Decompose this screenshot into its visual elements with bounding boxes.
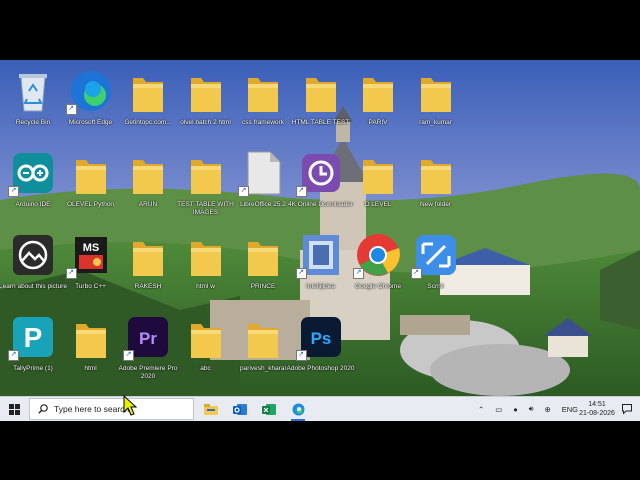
- desktop-icon-label: Adobe Photoshop 2020: [286, 365, 355, 372]
- taskbar-search-box[interactable]: Type here to search: [29, 398, 194, 420]
- desktop-icon-olevel-python[interactable]: OLEVEL Python: [60, 146, 122, 228]
- desktop-icon-rakesh[interactable]: RAKESH: [117, 228, 179, 310]
- svg-text:MS: MS: [82, 242, 99, 254]
- desktop-icon-html-w[interactable]: html w: [175, 228, 237, 310]
- desktop: Recycle Bin ↗ Microsoft Edge Getintopc.com.…: [0, 60, 640, 420]
- taskbar-excel[interactable]: [258, 397, 280, 421]
- desktop-icon-parivesh-kharal[interactable]: parivesh_kharal: [232, 310, 294, 392]
- desktop-icon-microsoft-edge[interactable]: ↗ Microsoft Edge: [60, 64, 122, 146]
- chevron-up-icon[interactable]: ⌃: [478, 405, 484, 414]
- shortcut-arrow-icon: ↗: [410, 268, 422, 279]
- meet-now-icon[interactable]: ▭: [495, 405, 502, 414]
- desktop-icon-getintopc-com[interactable]: Getintopc.com...: [117, 64, 179, 146]
- desktop-icon-test-table-with-images[interactable]: TEST TABLE WITH IMAGES: [175, 146, 237, 228]
- recycle-bin-icon: [10, 68, 56, 114]
- learn-icon: [10, 232, 56, 278]
- shortcut-arrow-icon: ↗: [65, 268, 77, 279]
- desktop-icon-html-table-test[interactable]: HTML TABLE TEST: [290, 64, 352, 146]
- shortcut-arrow-icon: ↗: [123, 350, 134, 361]
- folder-icon: [183, 232, 229, 278]
- svg-text:Pr: Pr: [139, 329, 157, 348]
- shortcut-arrow-icon: ↗: [295, 350, 307, 361]
- desktop-icon-label: New folder: [419, 201, 452, 208]
- folder-icon: [355, 150, 401, 196]
- shortcut-arrow-icon: ↗: [8, 350, 19, 361]
- notification-icon: [622, 404, 632, 414]
- folder-icon: [298, 68, 344, 114]
- desktop-icon-olvel-batch-2-html[interactable]: olvel batch 2 html: [175, 64, 237, 146]
- folder-icon: [183, 150, 229, 196]
- shortcut-arrow-icon: ↗: [8, 186, 19, 197]
- shortcut-arrow-icon: ↗: [295, 268, 307, 279]
- desktop-icon-learn-about-this-picture[interactable]: Learn about this picture: [0, 228, 67, 310]
- desktop-icon-prince[interactable]: PRINCE: [232, 228, 294, 310]
- shortcut-arrow-icon: ↗: [353, 268, 364, 279]
- desktop-icon-turbo-c[interactable]: MS ↗ Turbo C++: [60, 228, 122, 310]
- desktop-icon-scrnli[interactable]: ↗ Scrnli: [405, 228, 467, 310]
- desktop-icon-intellijidea[interactable]: ↗ Intellijidea: [290, 228, 352, 310]
- file-explorer-icon: [204, 403, 218, 415]
- language-indicator[interactable]: ENG: [562, 405, 578, 414]
- desktop-icon-4k-online-downloader[interactable]: ↗ 4K Online Downloader: [288, 146, 353, 228]
- folder-icon: [125, 150, 171, 196]
- desktop-icon-tallyprime-1[interactable]: P ↗ TallyPrime (1): [2, 310, 64, 392]
- outlook-icon: [233, 403, 247, 415]
- desktop-icon-label: Scrnli: [427, 283, 444, 290]
- folder-icon: [240, 314, 286, 360]
- desktop-icon-google-chrome[interactable]: ↗ Google Chrome: [347, 228, 409, 310]
- desktop-icon-arduino-ide[interactable]: ↗ Arduino IDE: [2, 146, 64, 228]
- clock-time: 14:51: [588, 401, 606, 408]
- notification-center-button[interactable]: [616, 397, 638, 421]
- desktop-icon-recycle-bin[interactable]: Recycle Bin: [2, 64, 64, 146]
- taskbar-file-explorer[interactable]: [200, 397, 222, 421]
- taskbar-outlook[interactable]: [229, 397, 251, 421]
- shortcut-arrow-icon: ↗: [295, 186, 307, 197]
- desktop-icon-css-framework[interactable]: css framework: [232, 64, 294, 146]
- folder-icon: [183, 68, 229, 114]
- network-icon[interactable]: ⊕: [544, 405, 550, 414]
- search-icon: [38, 404, 48, 414]
- desktop-icon-abc[interactable]: abc: [175, 310, 237, 392]
- svg-text:Ps: Ps: [310, 329, 331, 348]
- folder-icon: [68, 150, 114, 196]
- folder-icon: [355, 68, 401, 114]
- folder-icon: [413, 68, 459, 114]
- desktop-icon-label: ram_kumar: [419, 119, 452, 126]
- excel-icon: [262, 403, 276, 415]
- edge-taskbar-icon: [292, 403, 304, 415]
- shortcut-arrow-icon: ↗: [65, 104, 77, 115]
- taskbar: Type here to search ⌃ ▭ ● 🔊︎ ⊕ ENG 14:51…: [0, 395, 640, 421]
- clock-date: 21-08-2026: [579, 410, 615, 417]
- desktop-icon-new-folder[interactable]: New folder: [405, 146, 467, 228]
- clock[interactable]: 14:51 21-08-2026: [578, 397, 616, 421]
- active-app-indicator: [291, 419, 305, 421]
- folder-icon: [240, 232, 286, 278]
- windows-logo-icon: [8, 403, 20, 415]
- folder-icon: [125, 232, 171, 278]
- shortcut-arrow-icon: ↗: [238, 186, 249, 197]
- folder-icon: [183, 314, 229, 360]
- volume-icon[interactable]: 🔊︎: [529, 404, 534, 414]
- desktop-icon-adobe-premiere-pro-2020[interactable]: Pr ↗ Adobe Premiere Pro 2020: [117, 310, 179, 392]
- folder-icon: [413, 150, 459, 196]
- taskbar-edge[interactable]: [287, 397, 309, 421]
- folder-icon: [68, 314, 114, 360]
- folder-icon: [125, 68, 171, 114]
- svg-text:P: P: [24, 322, 43, 353]
- desktop-icon-ram-kumar[interactable]: ram_kumar: [405, 64, 467, 146]
- desktop-icon-libreoffice-25-2[interactable]: ↗ LibreOffice 25.2: [232, 146, 294, 228]
- system-tray: ⌃ ▭ ● 🔊︎ ⊕ ENG: [478, 397, 578, 421]
- desktop-icon-o-level[interactable]: O LEVEL: [347, 146, 409, 228]
- start-button[interactable]: [0, 397, 28, 421]
- microphone-icon[interactable]: ●: [513, 405, 518, 414]
- folder-icon: [240, 68, 286, 114]
- mouse-cursor-icon: [123, 395, 137, 416]
- search-placeholder: Type here to search: [54, 404, 130, 414]
- desktop-icon-adobe-photoshop-2020[interactable]: Ps ↗ Adobe Photoshop 2020: [287, 310, 354, 392]
- desktop-icon-pariv[interactable]: PARIV: [347, 64, 409, 146]
